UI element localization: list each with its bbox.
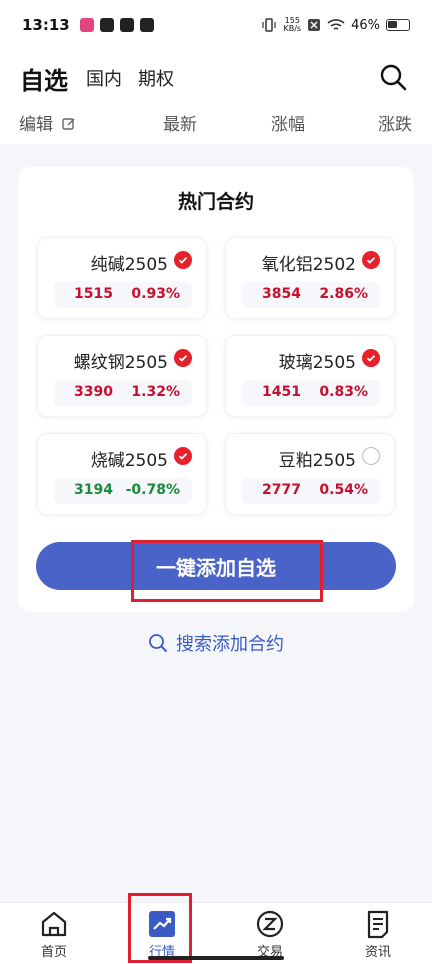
bottom-nav: 首页 行情 交易 资讯 [0,902,432,964]
tab-domestic[interactable]: 国内 [86,65,122,91]
checked-icon[interactable] [174,349,192,367]
contract-item[interactable]: 螺纹钢2505 3390 1.32% [37,335,207,417]
contract-name: 烧碱2505 [90,451,168,471]
wifi-icon [327,19,345,30]
edit-icon [62,118,75,130]
contract-quote: 1451 0.83% [242,380,380,406]
market-chart-icon [149,911,175,937]
app-notification-icon [79,18,94,32]
app-notification-icon-3 [119,18,134,32]
contract-name: 玻璃2505 [278,353,356,373]
contract-item[interactable]: 玻璃2505 1451 0.83% [225,335,395,417]
contract-pct: 1.32% [131,384,180,400]
home-indicator [148,956,284,960]
battery-text: 46% [351,17,380,33]
contract-item[interactable]: 氧化铝2502 3854 2.86% [225,237,395,319]
tab-options[interactable]: 期权 [138,65,174,91]
col-latest[interactable]: 最新 [163,110,197,135]
card-title: 热门合约 [177,191,254,213]
edit-button[interactable]: 编辑 [19,110,75,135]
search-add-label: 搜索添加合约 [176,634,284,655]
status-time: 13:13 [22,16,70,34]
nav-market[interactable]: 行情 [122,907,202,963]
checked-icon[interactable] [362,349,380,367]
contract-pct: 0.54% [319,482,368,498]
contract-name: 螺纹钢2505 [73,353,168,373]
status-bar: 13:13 155 KB/s 46% [0,0,432,50]
page-title[interactable]: 自选 [20,61,68,96]
contract-quote: 3854 2.86% [242,282,380,308]
contract-item[interactable]: 纯碱2505 1515 0.93% [37,237,207,319]
contract-item[interactable]: 烧碱2505 3194 -0.78% [37,433,207,515]
news-icon [367,910,389,939]
column-header: 编辑 最新 涨幅 涨跌 [0,108,432,138]
contract-price: 2777 [262,482,301,498]
contract-price: 1515 [74,286,113,302]
search-icon[interactable] [378,62,408,92]
contract-pct: -0.78% [125,482,180,498]
net-speed: 155 KB/s [283,16,302,33]
home-icon [41,911,67,937]
tiktok-icon [139,18,154,32]
search-icon [149,634,167,652]
col-change-pct[interactable]: 涨幅 [271,110,305,135]
contract-pct: 2.86% [319,286,368,302]
contract-price: 3194 [74,482,113,498]
checked-icon[interactable] [362,251,380,269]
contract-quote: 2777 0.54% [242,478,380,504]
checked-icon[interactable] [174,251,192,269]
trade-icon [256,910,284,938]
app-notification-icon-2 [99,18,114,32]
contract-quote: 3194 -0.78% [54,478,192,504]
contract-item[interactable]: 豆粕2505 2777 0.54% [225,433,395,515]
unchecked-icon[interactable] [362,447,380,465]
nav-home[interactable]: 首页 [14,907,94,963]
sim-icon [308,19,321,31]
header: 自选 国内 期权 编辑 最新 涨幅 涨跌 [0,50,432,144]
battery-icon [386,19,410,31]
checked-icon[interactable] [174,447,192,465]
contract-quote: 3390 1.32% [54,380,192,406]
nav-news[interactable]: 资讯 [338,907,418,963]
contract-price: 3390 [74,384,113,400]
vibrate-icon [262,18,277,32]
nav-trade[interactable]: 交易 [230,907,310,963]
contract-quote: 1515 0.93% [54,282,192,308]
contract-price: 3854 [262,286,301,302]
contract-pct: 0.83% [319,384,368,400]
contract-name: 氧化铝2502 [261,255,356,275]
contract-pct: 0.93% [131,286,180,302]
hot-contracts-card: 热门合约 纯碱2505 1515 0.93% 氧化铝2502 3854 2.86… [18,167,414,612]
add-all-to-watchlist-button[interactable]: 一键添加自选 [36,542,396,590]
contract-price: 1451 [262,384,301,400]
contract-name: 纯碱2505 [90,255,168,275]
contract-name: 豆粕2505 [278,451,356,471]
search-add-contract-link[interactable]: 搜索添加合约 [0,630,432,656]
col-change[interactable]: 涨跌 [378,110,412,135]
